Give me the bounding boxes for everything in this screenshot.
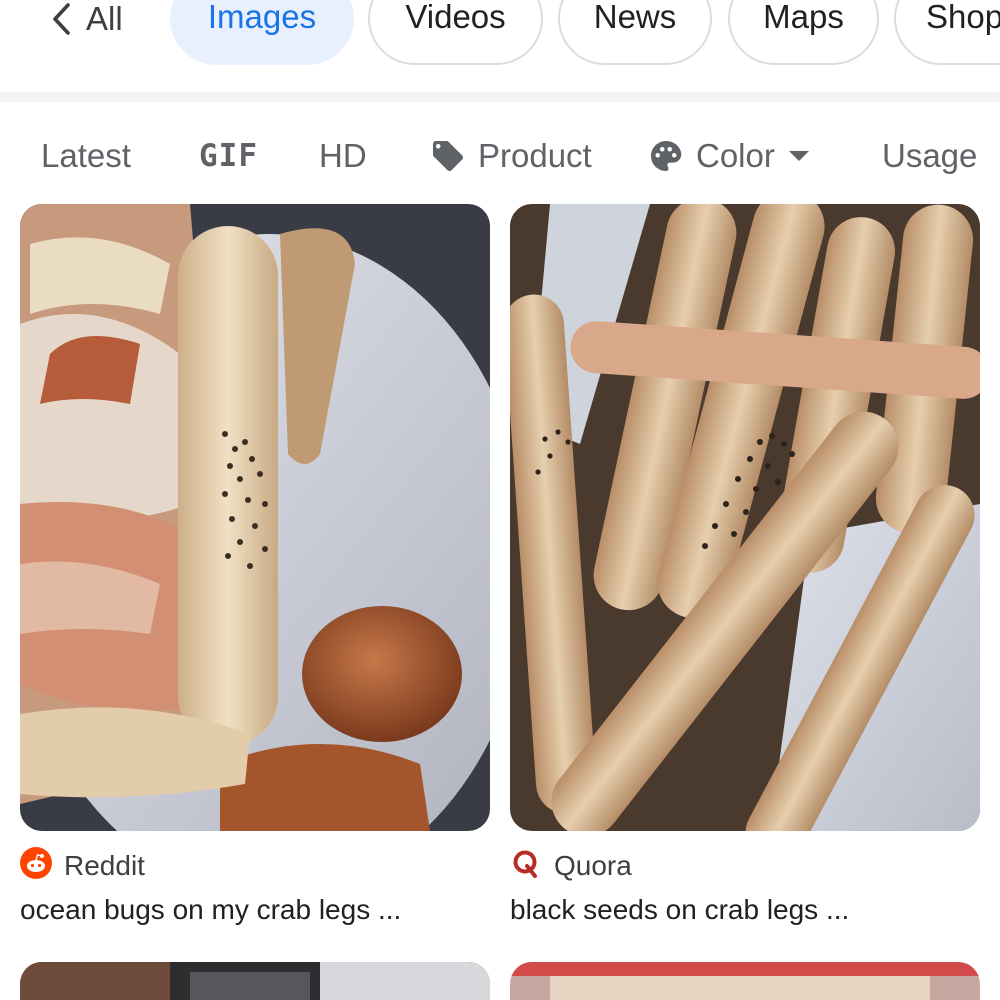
back-to-all-tab[interactable]: All [50,0,123,40]
filter-hd-label: HD [319,137,367,174]
filter-product[interactable]: Product [430,134,592,178]
result-image-4[interactable] [510,962,980,1000]
filter-gif-label: GIF [199,138,258,174]
result-image-2[interactable] [510,204,980,831]
tab-news[interactable]: News [558,0,712,65]
search-tabs-bar: All Images Videos News Maps Shop [0,0,1000,92]
crab-legs-photo-1 [20,204,490,831]
tab-maps-label: Maps [763,0,844,35]
tab-shop-label: Shop [926,0,1000,35]
filter-gif[interactable]: GIF [199,134,258,178]
filter-latest-label: Latest [41,137,131,174]
result-photo-4-partial [510,962,980,1000]
tab-videos[interactable]: Videos [368,0,543,65]
result-source-2[interactable]: Quora [510,848,632,884]
filter-latest[interactable]: Latest [41,134,131,178]
tab-images[interactable]: Images [170,0,354,65]
header-divider [0,92,1000,102]
tab-all-label: All [86,0,123,37]
tab-maps[interactable]: Maps [728,0,879,65]
tag-icon [430,138,466,174]
filter-hd[interactable]: HD [319,134,367,178]
result-source-name-2: Quora [554,850,632,881]
filter-usage-label: Usage [882,137,978,174]
reddit-icon [20,846,52,886]
image-filter-bar: Latest GIF HD Product Color Usage [0,102,1000,202]
caret-down-icon [787,149,811,163]
filter-product-label: Product [478,137,592,174]
filter-color-label: Color [696,137,775,174]
palette-icon [648,138,684,174]
result-title-2[interactable]: black seeds on crab legs ... [510,894,849,926]
result-source-1[interactable]: Reddit [20,846,145,886]
filter-color-dropdown[interactable]: Color [648,134,811,178]
result-title-1[interactable]: ocean bugs on my crab legs ... [20,894,401,926]
crab-legs-photo-2 [510,204,980,831]
tab-images-label: Images [207,0,317,35]
quora-icon [510,847,542,886]
tab-videos-label: Videos [405,0,506,35]
chevron-left-icon [50,2,72,36]
tab-news-label: News [593,0,677,35]
result-image-1[interactable] [20,204,490,831]
result-photo-3-partial [20,962,490,1000]
result-image-3[interactable] [20,962,490,1000]
filter-usage-rights[interactable]: Usage [882,134,977,178]
result-source-name-1: Reddit [64,850,145,881]
tab-shopping[interactable]: Shop [894,0,1000,65]
